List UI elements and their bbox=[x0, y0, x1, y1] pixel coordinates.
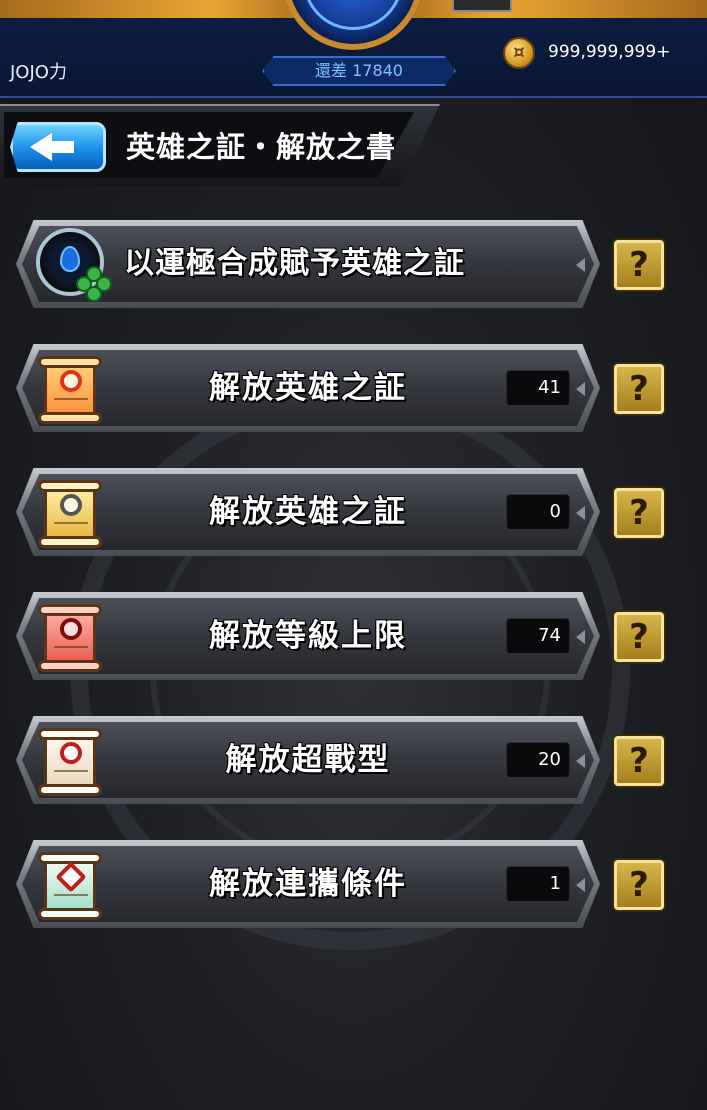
rank-ring-inner: 483 bbox=[303, 0, 403, 30]
top-status-bar: 483 JOJO力 還差 17840 ¤ 999,999,999+ bbox=[0, 0, 707, 98]
back-arrow-icon bbox=[30, 133, 52, 161]
item-count: 20 bbox=[506, 742, 570, 778]
chevron-left-icon bbox=[576, 878, 585, 892]
help-button[interactable]: ? bbox=[614, 736, 664, 786]
help-button[interactable]: ? bbox=[614, 364, 664, 414]
help-button[interactable]: ? bbox=[614, 612, 664, 662]
header-menu-button[interactable] bbox=[452, 0, 512, 12]
page-title: 英雄之証・解放之書 bbox=[126, 130, 397, 164]
menu-row-link-condition[interactable]: 解放連攜條件 1 bbox=[16, 840, 600, 928]
menu-row-super-battle[interactable]: 解放超戰型 20 bbox=[16, 716, 600, 804]
help-button[interactable]: ? bbox=[614, 860, 664, 910]
rank-badge[interactable]: 483 bbox=[283, 0, 423, 50]
help-button[interactable]: ? bbox=[614, 240, 664, 290]
row-label: 以運極合成賦予英雄之証 bbox=[124, 246, 465, 281]
item-count: 41 bbox=[506, 370, 570, 406]
back-button[interactable] bbox=[10, 122, 106, 172]
chevron-left-icon bbox=[576, 506, 585, 520]
item-count: 1 bbox=[506, 866, 570, 902]
item-count: 74 bbox=[506, 618, 570, 654]
menu-row-hero-proof-orange[interactable]: 解放英雄之証 41 bbox=[16, 344, 600, 432]
clover-icon bbox=[76, 266, 112, 302]
chevron-left-icon bbox=[576, 630, 585, 644]
chevron-left-icon bbox=[576, 754, 585, 768]
help-button[interactable]: ? bbox=[614, 488, 664, 538]
coin-icon: ¤ bbox=[503, 37, 535, 69]
exp-remaining: 還差 17840 bbox=[262, 56, 456, 86]
chevron-left-icon bbox=[576, 258, 585, 272]
menu-row-luck-fusion[interactable]: 以運極合成賦予英雄之証 bbox=[16, 220, 600, 308]
menu-row-hero-proof-gold[interactable]: 解放英雄之証 0 bbox=[16, 468, 600, 556]
coin-count: 999,999,999+ bbox=[548, 42, 671, 62]
item-count: 0 bbox=[506, 494, 570, 530]
back-arrow-tail bbox=[52, 141, 74, 153]
menu-row-level-cap[interactable]: 解放等級上限 74 bbox=[16, 592, 600, 680]
chevron-left-icon bbox=[576, 382, 585, 396]
player-name: JOJO力 bbox=[10, 62, 67, 83]
